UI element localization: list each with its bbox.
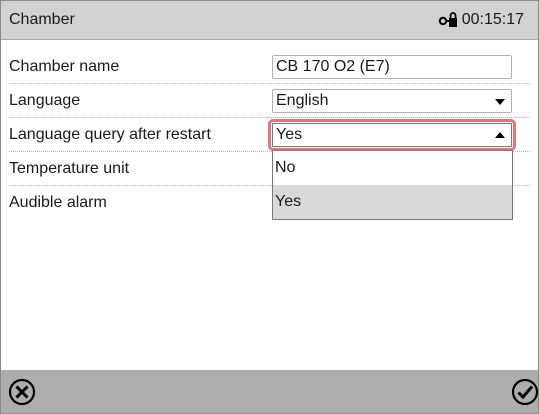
language-label: Language xyxy=(9,92,81,109)
language-query-label: Language query after restart xyxy=(9,126,211,143)
footer-bar xyxy=(1,370,539,413)
dropdown-option-no[interactable]: No xyxy=(273,151,512,185)
cancel-button[interactable] xyxy=(7,377,37,407)
language-query-select[interactable]: Yes xyxy=(268,119,516,151)
dropdown-option-yes[interactable]: Yes xyxy=(273,185,512,219)
clock-time: 00:15:17 xyxy=(461,11,524,28)
chamber-name-field[interactable]: CB 170 O2 (E7) xyxy=(272,55,512,79)
cancel-circle-x-icon xyxy=(7,378,37,411)
language-select-value: English xyxy=(276,92,329,109)
audible-alarm-label: Audible alarm xyxy=(9,194,107,211)
page-title: Chamber xyxy=(9,11,75,28)
confirm-check-icon xyxy=(510,378,539,411)
status-area: 00:15:17 xyxy=(438,11,524,29)
chevron-up-icon xyxy=(495,132,505,138)
language-query-select-value: Yes xyxy=(276,126,303,143)
language-query-dropdown-list: No Yes xyxy=(272,150,513,220)
lock-key-icon xyxy=(438,12,458,28)
chevron-down-icon xyxy=(495,99,505,105)
confirm-button[interactable] xyxy=(510,377,539,407)
chamber-settings-screen: Chamber 00:15:17 Chamber name CB 170 O2 … xyxy=(0,0,539,414)
language-select[interactable]: English xyxy=(272,89,512,113)
temperature-unit-label: Temperature unit xyxy=(9,160,130,177)
header-bar: Chamber 00:15:17 xyxy=(1,1,538,40)
chamber-name-label: Chamber name xyxy=(9,58,120,75)
